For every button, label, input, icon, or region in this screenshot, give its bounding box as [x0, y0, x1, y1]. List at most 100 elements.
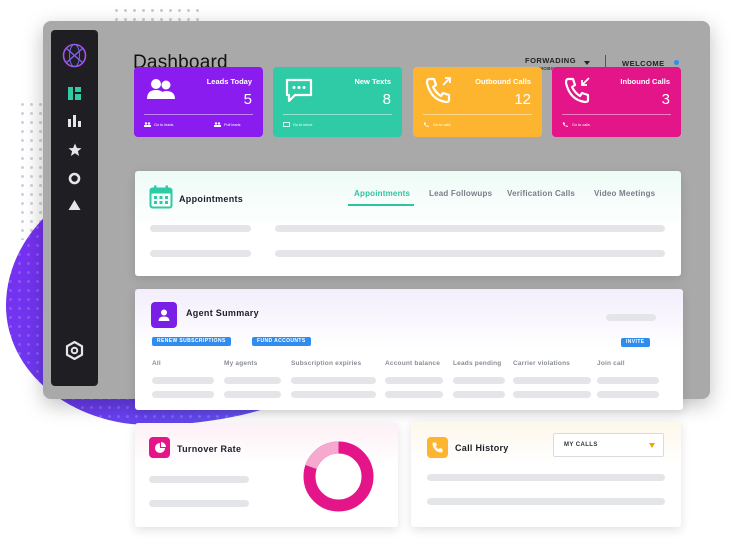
divider — [283, 114, 392, 115]
forwarding-label: FORWADING — [525, 56, 577, 65]
agent-summary-panel: Agent Summary RENEW SUBSCRIPTIONS FUND A… — [135, 289, 683, 410]
divider — [144, 114, 253, 115]
placeholder-line — [275, 225, 665, 232]
pie-chart-icon — [149, 437, 170, 458]
placeholder-cell — [385, 377, 443, 384]
placeholder-cell — [224, 377, 281, 384]
triangle-icon[interactable] — [66, 196, 83, 213]
chat-bubble-icon — [285, 78, 313, 103]
stat-value: 8 — [382, 91, 391, 108]
stat-title: Inbound Calls — [620, 77, 670, 86]
appointments-panel: Appointments Appointments Lead Followups… — [135, 171, 681, 276]
turnover-donut-chart[interactable] — [302, 440, 375, 513]
placeholder-cell — [453, 391, 505, 398]
turnover-rate-title: Turnover Rate — [177, 444, 242, 454]
phone-mini-icon — [562, 122, 568, 127]
placeholder-line — [606, 314, 656, 321]
placeholder-line — [149, 476, 249, 483]
users-mini-icon — [214, 122, 221, 127]
phone-mini-icon — [423, 122, 429, 127]
renew-subscriptions-button[interactable]: RENEW SUBSCRIPTIONS — [152, 337, 231, 346]
column-header[interactable]: My agents — [224, 360, 258, 367]
select-value: MY CALLS — [564, 442, 598, 448]
calendar-icon — [149, 185, 173, 209]
divider — [562, 114, 671, 115]
stat-card-outbound-calls[interactable]: Outbound Calls 12 Go to calls — [413, 67, 542, 137]
placeholder-cell — [385, 391, 443, 398]
column-header[interactable]: Account balance — [385, 360, 440, 367]
stat-card-leads-today[interactable]: Leads Today 5 Go to leads Pull leads — [134, 67, 263, 137]
go-to-calls-link[interactable]: Go to calls — [562, 122, 590, 127]
stat-value: 3 — [661, 91, 670, 108]
call-history-title: Call History — [455, 443, 509, 453]
go-to-inbox-link[interactable]: Go to inbox — [283, 122, 312, 127]
column-header[interactable]: Leads pending — [453, 360, 501, 367]
tab-appointments[interactable]: Appointments — [354, 189, 410, 198]
placeholder-cell — [152, 391, 214, 398]
link-label: Pull leads — [224, 122, 241, 127]
appointments-title: Appointments — [179, 194, 244, 204]
stat-title: New Texts — [354, 77, 391, 86]
circle-icon[interactable] — [66, 170, 83, 187]
phone-incoming-icon — [564, 77, 590, 104]
status-dot-icon — [674, 60, 679, 65]
star-icon[interactable] — [66, 141, 83, 158]
go-to-calls-link[interactable]: Go to calls — [423, 122, 451, 127]
placeholder-cell — [513, 391, 591, 398]
placeholder-line — [275, 250, 665, 257]
pull-leads-link[interactable]: Pull leads — [214, 122, 240, 127]
stat-title: Outbound Calls — [475, 77, 531, 86]
column-header[interactable]: Subscription expiries — [291, 360, 361, 367]
stat-title: Leads Today — [206, 77, 252, 86]
placeholder-cell — [224, 391, 281, 398]
phone-icon — [427, 437, 448, 458]
stat-card-new-texts[interactable]: New Texts 8 Go to inbox — [273, 67, 402, 137]
placeholder-cell — [291, 377, 376, 384]
stat-card-inbound-calls[interactable]: Inbound Calls 3 Go to calls — [552, 67, 681, 137]
placeholder-cell — [453, 377, 505, 384]
chevron-down-icon — [649, 443, 655, 448]
bar-chart-icon[interactable] — [66, 112, 83, 129]
column-header[interactable]: Carrier violations — [513, 360, 570, 367]
hexagon-settings-icon[interactable] — [65, 341, 84, 360]
placeholder-line — [149, 500, 249, 507]
turnover-rate-panel: Turnover Rate — [135, 423, 398, 527]
link-label: Go to inbox — [293, 122, 313, 127]
call-filter-select[interactable]: MY CALLS — [553, 433, 664, 457]
column-header[interactable]: All — [152, 360, 161, 367]
placeholder-line — [427, 474, 665, 481]
placeholder-cell — [597, 391, 659, 398]
users-mini-icon — [144, 122, 151, 127]
placeholder-cell — [513, 377, 591, 384]
call-history-panel: Call History MY CALLS — [411, 421, 681, 527]
fund-accounts-button[interactable]: FUND ACCOUNTS — [252, 337, 311, 346]
placeholder-cell — [597, 377, 659, 384]
placeholder-line — [150, 250, 251, 257]
stat-value: 12 — [514, 91, 531, 108]
tab-lead-followups[interactable]: Lead Followups — [429, 189, 492, 198]
phone-outgoing-icon — [425, 77, 451, 104]
invite-button[interactable]: INVITE — [621, 338, 650, 347]
chevron-down-icon[interactable] — [584, 61, 590, 65]
link-label: Go to calls — [572, 122, 590, 127]
users-icon — [147, 79, 175, 99]
placeholder-line — [427, 498, 665, 505]
placeholder-cell — [291, 391, 376, 398]
tab-verification-calls[interactable]: Verification Calls — [507, 189, 575, 198]
active-tab-indicator — [348, 204, 414, 206]
inbox-mini-icon — [283, 122, 290, 127]
link-label: Go to calls — [433, 122, 451, 127]
logo-icon[interactable] — [62, 43, 87, 68]
sidebar — [51, 30, 98, 386]
user-icon — [151, 302, 177, 328]
agent-summary-title: Agent Summary — [186, 308, 259, 318]
column-header[interactable]: Join call — [597, 360, 625, 367]
dashboard-icon[interactable] — [66, 85, 83, 102]
tab-video-meetings[interactable]: Video Meetings — [594, 189, 655, 198]
stat-value: 5 — [243, 91, 252, 108]
placeholder-cell — [152, 377, 214, 384]
divider — [423, 114, 532, 115]
link-label: Go to leads — [154, 122, 174, 127]
placeholder-line — [150, 225, 251, 232]
go-to-leads-link[interactable]: Go to leads — [144, 122, 173, 127]
